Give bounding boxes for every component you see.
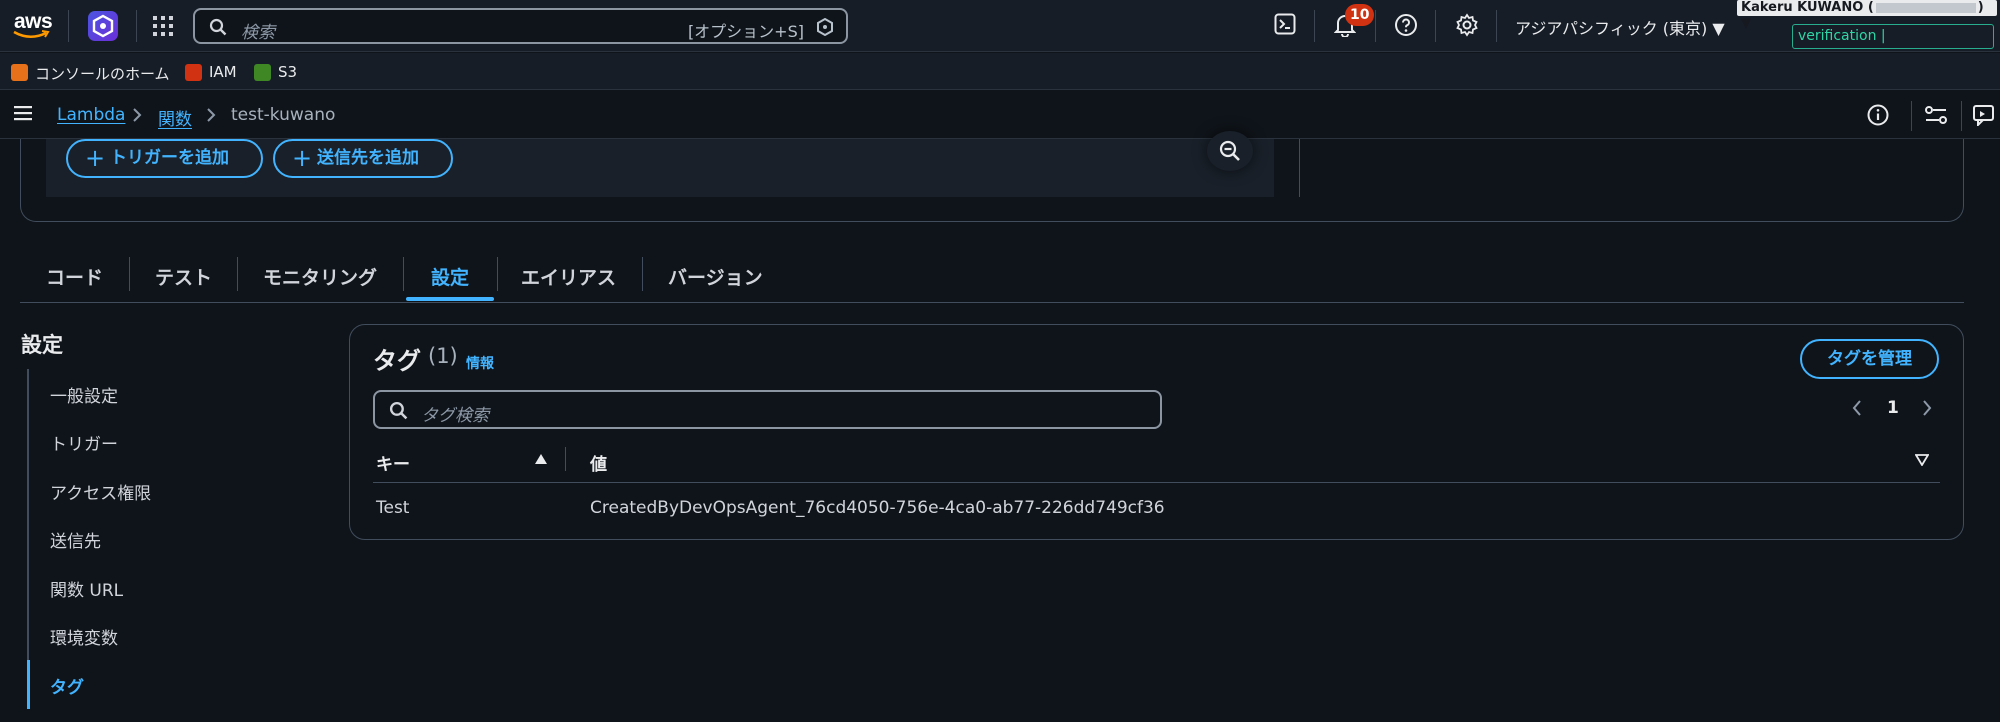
favorite-label: IAM: [209, 63, 237, 81]
add-destination-label: 送信先を追加: [317, 148, 419, 168]
menu-icon[interactable]: [14, 105, 32, 121]
nav-divider: [1375, 10, 1376, 42]
tags-count: (1): [428, 344, 458, 368]
account-label: verification |: [1792, 24, 1994, 65]
breadcrumb-bar: Lambda 関数 test-kuwano: [0, 91, 2000, 139]
console-home-icon: [11, 64, 28, 81]
side-nav-rail: [27, 369, 29, 709]
column-divider: [565, 447, 566, 471]
amazon-q-icon[interactable]: [88, 11, 118, 41]
services-grid-icon[interactable]: [152, 15, 174, 37]
tab-versions[interactable]: バージョン: [668, 263, 763, 290]
aws-smile-icon: [13, 30, 50, 38]
side-nav-function-url[interactable]: 関数 URL: [50, 576, 123, 601]
column-header-key[interactable]: キー: [376, 450, 410, 475]
feedback-icon[interactable]: [1972, 104, 1996, 126]
side-nav-environment-variables[interactable]: 環境変数: [50, 624, 118, 649]
add-destination-button[interactable]: + 送信先を追加: [273, 139, 453, 178]
chevron-right-icon: [133, 108, 142, 122]
redacted-account-id: [1875, 2, 1976, 13]
user-account-menu[interactable]: Kakeru KUWANO () ▼: [1737, 0, 1997, 31]
search-icon: [209, 18, 227, 36]
tag-search-placeholder: タグ検索: [421, 406, 489, 426]
side-nav-active-indicator: [27, 660, 30, 709]
tags-heading: タグ: [373, 347, 421, 375]
s3-icon: [254, 64, 271, 81]
account-label-text: verification |: [1798, 28, 1886, 44]
help-icon[interactable]: [1394, 13, 1418, 37]
nav-divider: [68, 10, 69, 42]
column-header-value[interactable]: 値: [590, 450, 607, 475]
tag-search-input[interactable]: タグ検索: [373, 390, 1162, 429]
side-nav-destinations[interactable]: 送信先: [50, 527, 101, 552]
search-shortcut: [オプション+S]: [687, 22, 804, 41]
plus-icon: +: [85, 144, 106, 172]
add-trigger-label: トリガーを追加: [110, 148, 229, 168]
table-header-divider: [373, 482, 1940, 483]
plus-icon: +: [292, 144, 313, 172]
side-nav-general[interactable]: 一般設定: [50, 382, 118, 407]
user-name: Kakeru KUWANO (: [1741, 0, 1874, 15]
notification-badge: 10: [1345, 4, 1375, 26]
nav-divider: [1435, 10, 1436, 42]
zoom-out-button[interactable]: [1207, 131, 1253, 171]
search-placeholder: 検索: [241, 23, 275, 43]
global-search-input[interactable]: 検索 [オプション+S]: [193, 8, 848, 44]
nav-divider: [1496, 10, 1497, 42]
current-page[interactable]: 1: [1887, 398, 1899, 418]
tab-monitoring[interactable]: モニタリング: [263, 263, 377, 290]
toggle-panel-icon[interactable]: [1924, 104, 1948, 126]
nav-divider: [136, 10, 137, 42]
tab-aliases[interactable]: エイリアス: [521, 263, 616, 290]
tab-divider: [497, 257, 498, 291]
favorite-label: コンソールのホーム: [35, 65, 170, 83]
add-trigger-button[interactable]: + トリガーを追加: [66, 139, 263, 178]
tag-value-cell: CreatedByDevOpsAgent_76cd4050-756e-4ca0-…: [590, 498, 1165, 518]
nav-divider: [1314, 10, 1315, 42]
sort-icon[interactable]: [1915, 454, 1929, 466]
search-icon: [389, 401, 408, 420]
side-nav-tags[interactable]: タグ: [50, 673, 84, 698]
chevron-right-icon[interactable]: [1921, 399, 1933, 417]
chevron-left-icon[interactable]: [1851, 399, 1863, 417]
tab-divider: [403, 257, 404, 291]
tab-code[interactable]: コード: [46, 263, 103, 290]
side-nav-triggers[interactable]: トリガー: [50, 430, 118, 455]
amazon-q-small-icon: [817, 18, 833, 36]
nav-divider: [1911, 101, 1912, 131]
breadcrumb-lambda[interactable]: Lambda: [57, 105, 125, 125]
iam-icon: [185, 64, 202, 81]
nav-divider: [1961, 101, 1962, 131]
sort-ascending-icon[interactable]: [534, 453, 548, 465]
breadcrumb-functions[interactable]: 関数: [158, 105, 192, 130]
favorites-bar: コンソールのホーム IAM S3: [0, 53, 2000, 90]
gear-icon[interactable]: [1455, 13, 1479, 37]
tab-divider: [642, 257, 643, 291]
aws-logo[interactable]: aws: [10, 8, 54, 44]
tab-divider: [129, 257, 130, 291]
info-icon[interactable]: [1867, 104, 1889, 126]
breadcrumb-current: test-kuwano: [231, 105, 336, 125]
side-nav-title: 設定: [21, 333, 63, 357]
tab-divider: [237, 257, 238, 291]
region-selector[interactable]: アジアパシフィック (東京) ▼: [1515, 15, 1725, 39]
favorite-label: S3: [278, 63, 298, 81]
panel-divider: [1299, 139, 1300, 197]
active-tab-indicator: [406, 297, 494, 301]
cloudshell-icon[interactable]: [1274, 13, 1296, 35]
top-navigation: aws 検索 [オプション+S] 10 アジアパシフィック (東京) ▼ Kak…: [0, 0, 2000, 65]
manage-tags-button[interactable]: タグを管理: [1800, 339, 1939, 379]
chevron-right-icon: [207, 108, 216, 122]
function-tabs: コード テスト モニタリング 設定 エイリアス バージョン: [20, 253, 1964, 303]
info-link[interactable]: 情報: [466, 353, 494, 373]
tag-key-cell: Test: [376, 498, 410, 518]
zoom-out-icon: [1219, 140, 1240, 161]
tab-test[interactable]: テスト: [155, 263, 212, 290]
tab-configuration[interactable]: 設定: [431, 263, 469, 290]
side-nav-permissions[interactable]: アクセス権限: [50, 479, 151, 504]
